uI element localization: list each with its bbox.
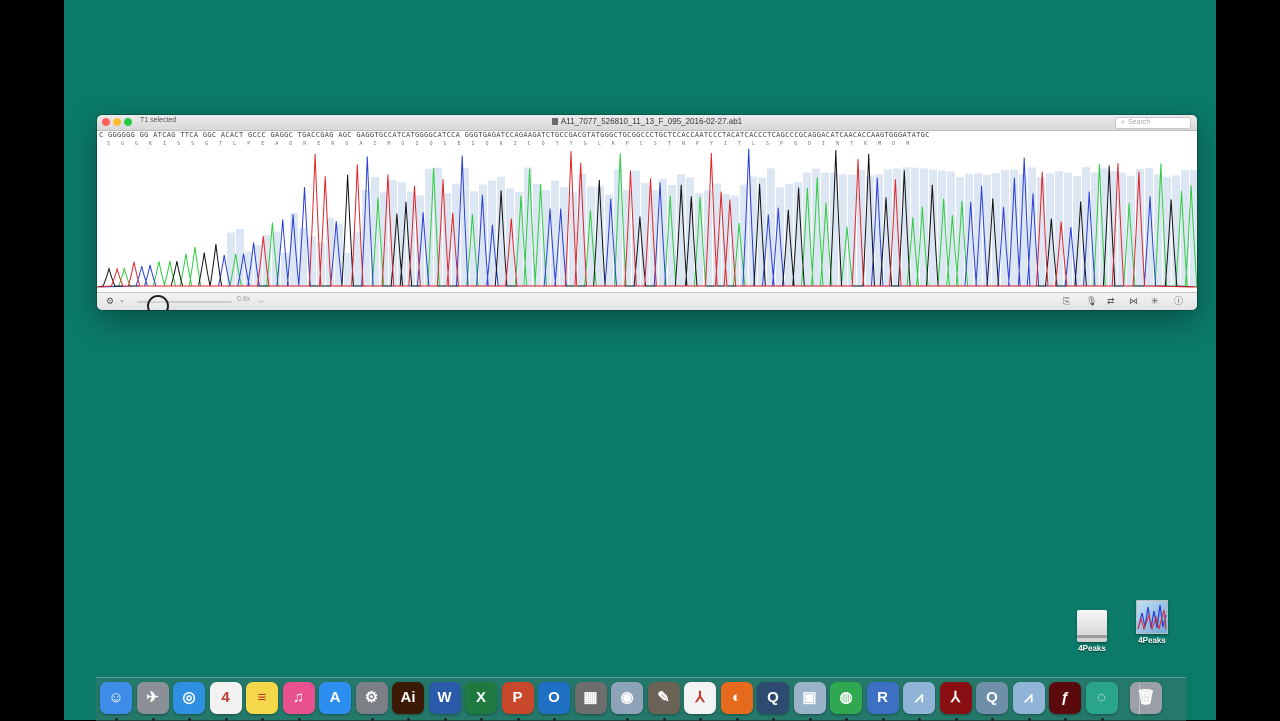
- dock-icon-canopy[interactable]: ◌: [1085, 682, 1118, 714]
- dock-icon-disk-utility[interactable]: ◉: [611, 682, 643, 714]
- dock-separator: [1139, 683, 1140, 715]
- dock-icon-system-preferences[interactable]: ⚙: [355, 682, 388, 714]
- microphone-icon[interactable]: 🎙: [1086, 296, 1097, 306]
- zoom-slider-knob[interactable]: [147, 295, 169, 310]
- dock-icon-powerpoint[interactable]: P: [501, 682, 534, 714]
- dock-icon-launchpad[interactable]: ✈: [136, 682, 169, 714]
- quality-bar: [1181, 169, 1189, 287]
- desktop-icon-label: 4Peaks: [1138, 636, 1166, 645]
- dock-icon-calculator[interactable]: ▦: [574, 682, 607, 714]
- search-placeholder: Search: [1128, 119, 1151, 126]
- desktop-icon-label: 4Peaks: [1078, 644, 1106, 653]
- quality-bar: [344, 253, 352, 287]
- chromatogram-app-icon: [1136, 600, 1168, 634]
- desktop: 4Peaks 4Peaks: [64, 0, 1216, 720]
- copy-icon[interactable]: ⎘: [1063, 296, 1070, 306]
- dock-icon-trash[interactable]: 🗑: [1130, 682, 1162, 714]
- dock-icon-word[interactable]: W: [428, 682, 461, 714]
- dock-icon-quicktime[interactable]: Q: [757, 682, 789, 714]
- dock-icon-itunes[interactable]: ♫: [282, 682, 315, 714]
- dock-icon-excel[interactable]: X: [465, 682, 497, 714]
- sparkle-icon[interactable]: ✳: [1151, 296, 1159, 306]
- quality-bar: [272, 231, 280, 287]
- dock-icon-4peaks-2[interactable]: ⩘: [1012, 682, 1045, 714]
- chevron-down-icon[interactable]: ⌄: [119, 296, 125, 306]
- gear-icon[interactable]: ⚙: [106, 296, 114, 306]
- search-field[interactable]: ⌕ Search: [1115, 117, 1191, 129]
- dock-icon-app-store[interactable]: A: [319, 682, 351, 714]
- quality-bar: [398, 182, 406, 287]
- quality-bar: [560, 187, 568, 287]
- desktop-icon-4peaks-drive[interactable]: 4Peaks: [1062, 610, 1122, 653]
- dock-icon-safari[interactable]: ◎: [173, 682, 205, 714]
- zoom-level: 0.8x: [237, 296, 251, 303]
- base-sequence[interactable]: C GGGGGG GG ATCAG TTCA GGC ACACT GCCC GA…: [97, 131, 1197, 140]
- dock-icon-acrobat[interactable]: ⅄: [939, 682, 972, 714]
- title-bar[interactable]: T1 selected A11_7077_526810_11_13_F_095_…: [97, 115, 1197, 131]
- screen: 4Peaks 4Peaks T1 selected A11_7077_52681…: [0, 0, 1280, 721]
- dock-icon-outlook[interactable]: O: [538, 682, 570, 714]
- dock-icon-chrome[interactable]: ◍: [830, 682, 862, 714]
- quality-bar: [551, 180, 559, 287]
- dock: ☺ ✈ ◎ 4 ≡ ♫ A ⚙ Ai W X P O ▦ ◉ ✎ ⅄ ◐ Q ▣ ◍ R ⩘ ⅄ Q ⩘ ƒ ◌ 🗑: [96, 677, 1186, 721]
- quality-bar: [1073, 176, 1081, 287]
- chromatogram-trace[interactable]: [97, 141, 1197, 291]
- desktop-icon-4peaks-app[interactable]: 4Peaks: [1122, 600, 1182, 645]
- dock-icon-firefox[interactable]: ◐: [720, 682, 753, 714]
- dock-icon-illustrator[interactable]: Ai: [392, 682, 424, 714]
- bowtie-icon[interactable]: ⋈: [1129, 296, 1138, 306]
- quality-bar: [1082, 167, 1090, 287]
- dock-icon-quinn[interactable]: Q: [976, 682, 1008, 714]
- search-icon: ⌕: [1121, 119, 1125, 126]
- dock-icon-4peaks[interactable]: ⩘: [903, 682, 935, 714]
- document-title: A11_7077_526810_11_13_F_095_2016-02-27.a…: [97, 117, 1197, 126]
- quality-bar: [1091, 172, 1099, 287]
- resize-arrows-icon[interactable]: ↔: [257, 296, 265, 306]
- quality-bar: [812, 168, 820, 287]
- dock-icon-r[interactable]: R: [866, 682, 899, 714]
- dock-icon-calendar[interactable]: 4: [209, 682, 242, 714]
- dock-icon-preview[interactable]: ▣: [793, 682, 826, 714]
- quality-bar: [686, 177, 694, 287]
- dock-icon-acrobat-reader[interactable]: ⅄: [684, 682, 716, 714]
- bottom-toolbar: ⚙ ⌄ 0.8x ↔ ⎘ 🎙 ⇄ ⋈ ✳ ⓘ: [97, 292, 1197, 310]
- info-icon[interactable]: ⓘ: [1174, 296, 1183, 306]
- swap-arrows-icon[interactable]: ⇄: [1107, 296, 1115, 306]
- document-title-text: A11_7077_526810_11_13_F_095_2016-02-27.a…: [560, 117, 743, 126]
- dock-icon-flash[interactable]: ƒ: [1049, 682, 1081, 714]
- drive-icon: [1077, 610, 1107, 642]
- document-icon: [551, 118, 558, 125]
- chromatogram-window: T1 selected A11_7077_526810_11_13_F_095_…: [97, 115, 1197, 310]
- dock-icon-finder[interactable]: ☺: [100, 682, 132, 714]
- dock-icon-notes[interactable]: ≡: [246, 682, 278, 714]
- dock-icon-gimp[interactable]: ✎: [647, 682, 680, 714]
